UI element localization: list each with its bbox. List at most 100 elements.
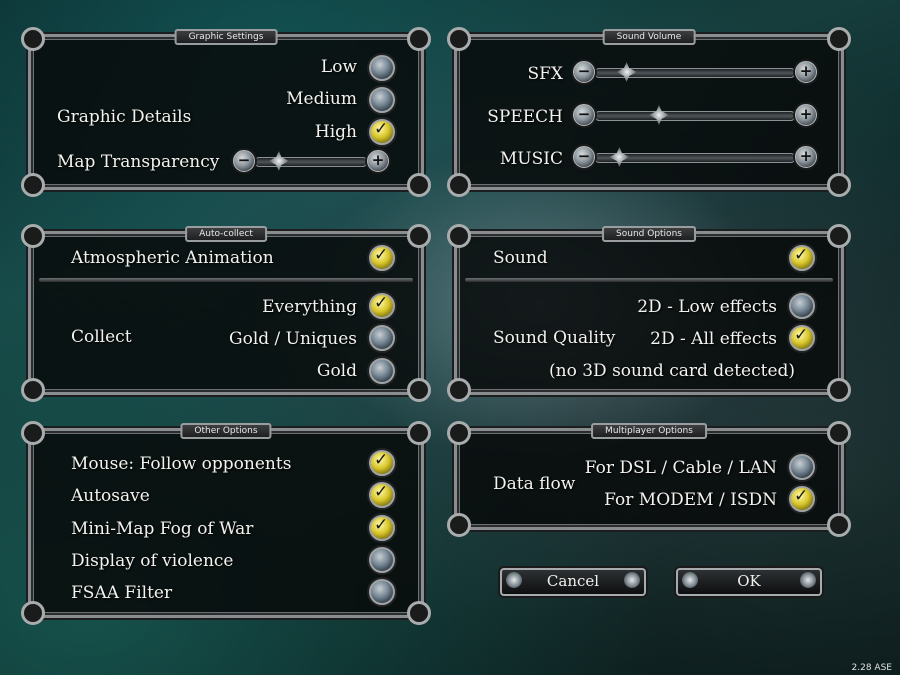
auto-collect-panel: Auto-collect Atmospheric Animation ✓ Col… (21, 224, 431, 402)
plus-icon[interactable]: + (795, 61, 817, 83)
minus-icon[interactable]: − (573, 104, 595, 126)
panel-corner-ornament (407, 27, 431, 51)
panel-corner-ornament (407, 601, 431, 625)
minus-icon[interactable]: − (573, 146, 595, 168)
panel-title: Sound Options (602, 226, 696, 242)
panel-corner-ornament (407, 421, 431, 445)
panel-title: Other Options (180, 423, 272, 439)
collect-everything-label: Everything (262, 297, 357, 317)
panel-corner-ornament (21, 421, 45, 445)
panel-title: Auto-collect (185, 226, 267, 242)
panel-corner-ornament (447, 513, 471, 537)
speech-label: SPEECH (487, 107, 563, 127)
all-effects-label: 2D - All effects (650, 329, 777, 349)
follow-opponents-label: Mouse: Follow opponents (71, 454, 292, 474)
button-ornament-icon (682, 572, 698, 588)
follow-opponents-checkbox[interactable]: ✓ (369, 450, 395, 476)
atmospheric-animation-checkbox[interactable]: ✓ (369, 245, 395, 271)
minimap-fog-checkbox[interactable]: ✓ (369, 515, 395, 541)
music-slider[interactable]: − + (573, 146, 817, 168)
modem-isdn-radio[interactable]: ✓ (789, 486, 815, 512)
panel-title: Multiplayer Options (591, 423, 707, 439)
sound-options-panel: Sound Options Sound ✓ Sound Quality 2D -… (447, 224, 851, 402)
slider-thumb[interactable] (649, 105, 669, 125)
option-medium-label: Medium (286, 89, 357, 109)
panel-corner-ornament (447, 173, 471, 197)
ok-button[interactable]: OK (676, 568, 822, 596)
sound-volume-panel: Sound Volume SFX − + SPEECH − + MUSIC − … (447, 27, 851, 197)
dsl-cable-lan-radio[interactable] (789, 454, 815, 480)
collect-everything-radio[interactable]: ✓ (369, 293, 395, 319)
modem-isdn-label: For MODEM / ISDN (604, 490, 777, 510)
autosave-checkbox[interactable]: ✓ (369, 482, 395, 508)
option-medium-radio[interactable] (369, 87, 395, 113)
plus-icon[interactable]: + (367, 150, 389, 172)
panel-corner-ornament (447, 378, 471, 402)
other-options-panel: Other Options Mouse: Follow opponents ✓ … (21, 421, 431, 625)
plus-icon[interactable]: + (795, 146, 817, 168)
panel-corner-ornament (21, 601, 45, 625)
panel-corner-ornament (407, 224, 431, 248)
atmospheric-animation-label: Atmospheric Animation (71, 248, 274, 268)
slider-thumb[interactable] (268, 151, 289, 171)
minus-icon[interactable]: − (573, 61, 595, 83)
slider-thumb[interactable] (609, 147, 630, 167)
collect-gold-label: Gold (316, 361, 357, 381)
collect-gold-uniques-label: Gold / Uniques (229, 329, 357, 349)
option-low-label: Low (320, 57, 357, 77)
violence-checkbox[interactable] (369, 547, 395, 573)
option-low-radio[interactable] (369, 55, 395, 81)
sound-quality-label: Sound Quality (493, 328, 616, 348)
data-flow-label: Data flow (493, 474, 576, 494)
slider-track (595, 111, 795, 121)
panel-corner-ornament (827, 173, 851, 197)
dsl-cable-lan-label: For DSL / Cable / LAN (584, 458, 777, 478)
panel-corner-ornament (827, 27, 851, 51)
panel-corner-ornament (21, 173, 45, 197)
all-effects-radio[interactable]: ✓ (789, 325, 815, 351)
sfx-label: SFX (527, 64, 563, 84)
sfx-slider[interactable]: − + (573, 61, 817, 83)
map-transparency-slider[interactable]: − + (233, 150, 389, 172)
sound-checkbox[interactable]: ✓ (789, 245, 815, 271)
panel-corner-ornament (827, 224, 851, 248)
low-effects-label: 2D - Low effects (637, 297, 777, 317)
autosave-label: Autosave (71, 486, 150, 506)
violence-label: Display of violence (71, 551, 234, 571)
fsaa-filter-label: FSAA Filter (71, 583, 173, 603)
speech-slider[interactable]: − + (573, 104, 817, 126)
panel-divider (39, 278, 413, 282)
fsaa-filter-checkbox[interactable] (369, 579, 395, 605)
cancel-button[interactable]: Cancel (500, 568, 646, 596)
panel-title: Graphic Settings (174, 29, 278, 45)
button-ornament-icon (800, 572, 816, 588)
graphic-settings-panel: Graphic Settings Graphic Details Low Med… (21, 27, 431, 197)
panel-title: Sound Volume (602, 29, 696, 45)
option-high-radio[interactable]: ✓ (369, 119, 395, 145)
panel-corner-ornament (827, 513, 851, 537)
panel-corner-ornament (407, 378, 431, 402)
collect-gold-uniques-radio[interactable] (369, 325, 395, 351)
music-label: MUSIC (499, 149, 563, 169)
collect-gold-radio[interactable] (369, 358, 395, 384)
minimap-fog-label: Mini-Map Fog of War (71, 519, 254, 539)
map-transparency-label: Map Transparency (57, 152, 220, 172)
panel-corner-ornament (21, 378, 45, 402)
button-ornament-icon (624, 572, 640, 588)
minus-icon[interactable]: − (233, 150, 255, 172)
button-ornament-icon (506, 572, 522, 588)
ok-button-label: OK (737, 572, 761, 590)
low-effects-radio[interactable] (789, 293, 815, 319)
panel-corner-ornament (447, 224, 471, 248)
panel-corner-ornament (407, 173, 431, 197)
plus-icon[interactable]: + (795, 104, 817, 126)
sound-label: Sound (493, 248, 548, 268)
panel-corner-ornament (21, 27, 45, 51)
cancel-button-label: Cancel (546, 572, 600, 590)
slider-thumb[interactable] (616, 62, 637, 82)
graphic-details-label: Graphic Details (57, 107, 192, 127)
panel-divider (465, 278, 833, 282)
panel-corner-ornament (447, 27, 471, 51)
panel-corner-ornament (827, 378, 851, 402)
version-label: 2.28 ASE (851, 663, 892, 673)
